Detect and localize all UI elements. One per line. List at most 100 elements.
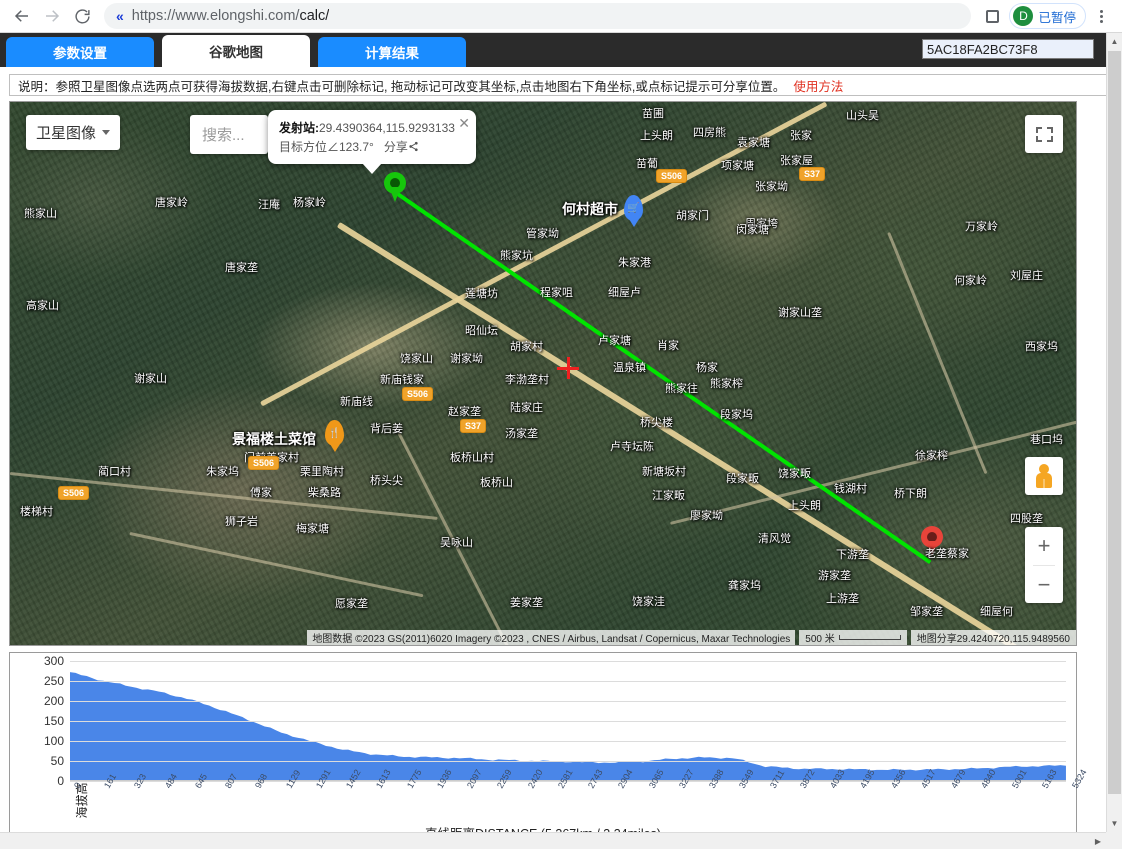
scroll-down-arrow[interactable]: ▼ (1107, 815, 1122, 832)
side-panel-icon[interactable] (979, 3, 1005, 29)
poi-pin-restaurant[interactable]: 🍴 (325, 420, 344, 446)
usage-help-link[interactable]: 使用方法 (793, 76, 843, 95)
map-place-label: 清风觉 (758, 530, 791, 546)
zoom-in-button[interactable]: + (1025, 527, 1063, 565)
satellite-map-canvas[interactable]: 🛒 🍴 卫星图像 搜索... ✕ 发射站:29.4390364,115.9293… (10, 102, 1076, 645)
scale-label: 500 米 (805, 630, 834, 645)
fullscreen-button[interactable] (1025, 115, 1063, 153)
map-place-label: 栗里陶村 (300, 463, 344, 479)
map-place-label: 上头朗 (640, 127, 673, 143)
map-place-label: 张家坳 (755, 178, 788, 194)
map-place-label: 袁家塘 (737, 134, 770, 150)
map-attribution-bar: 地图数据 ©2023 GS(2011)6020 Imagery ©2023 , … (10, 630, 1076, 645)
map-share-coords[interactable]: 地图分享29.4240720,115.9489560 (911, 630, 1076, 645)
chart-y-tick-label: 50 (51, 754, 64, 768)
chart-gridline (70, 721, 1066, 722)
back-button[interactable] (8, 2, 36, 30)
forward-button[interactable] (38, 2, 66, 30)
tab-parameter-settings[interactable]: 参数设置 (6, 37, 154, 67)
map-place-label: 张家屋 (780, 152, 813, 168)
start-marker[interactable] (384, 172, 406, 202)
double-chevron-left-icon: « (116, 9, 124, 23)
arrow-right-icon (43, 7, 61, 25)
road-shield: S506 (402, 387, 433, 401)
scroll-up-arrow[interactable]: ▲ (1107, 33, 1122, 50)
map-place-label: 汪庵 (258, 196, 280, 212)
map-place-label: 龚家坞 (728, 577, 761, 593)
profile-button[interactable]: D 已暂停 (1009, 3, 1086, 29)
road-shield: S37 (799, 167, 825, 181)
chart-plot-area[interactable]: 0501001502002503000161323484645807968112… (70, 661, 1066, 781)
map-place-label: 肖家 (657, 337, 679, 353)
map-place-label: 饶家畈 (778, 465, 811, 481)
horizontal-scroll-thumb[interactable] (1, 834, 1086, 848)
chevron-down-icon (102, 130, 110, 135)
crosshair-marker[interactable] (557, 357, 579, 379)
map-place-label: 温泉镇 (613, 359, 646, 375)
address-bar[interactable]: « https://www.elongshi.com/calc/ (104, 3, 971, 29)
browser-toolbar: « https://www.elongshi.com/calc/ D 已暂停 (0, 0, 1122, 33)
chart-inner: 海拔高度ELEVATION (m) 0501001502002503000161… (10, 653, 1076, 848)
map-place-label: 梅家塘 (296, 520, 329, 536)
instruction-text: 说明：参照卫星图像点选两点可获得海拔数据,右键点击可删除标记, 拖动标记可改变其… (18, 76, 785, 95)
tab-calculation-results[interactable]: 计算结果 (318, 37, 466, 67)
map-place-label: 昭仙坛 (465, 322, 498, 338)
instruction-bar: 说明：参照卫星图像点选两点可获得海拔数据,右键点击可删除标记, 拖动标记可改变其… (9, 74, 1113, 96)
tab-google-map[interactable]: 谷歌地图 (162, 35, 310, 67)
share-button[interactable]: 分享 (384, 140, 408, 154)
map-place-label: 西家坞 (1025, 338, 1058, 354)
map-place-label: 何村超市 (562, 199, 618, 219)
map-place-label: 唐家岭 (155, 194, 188, 210)
map-place-label: 细屋何 (980, 603, 1013, 619)
info-window[interactable]: ✕ 发射站:29.4390364,115.9293133 目标方位∠123.7°… (268, 110, 476, 164)
vertical-scrollbar[interactable]: ▲ ▼ (1106, 33, 1122, 832)
map-place-label: 游家垄 (818, 567, 851, 583)
map-place-label: 新庙钱家 (380, 371, 424, 387)
reload-icon (74, 8, 91, 25)
chart-x-tick-label: 0 (72, 781, 83, 790)
map-place-label: 板桥山 (480, 474, 513, 490)
map-type-button[interactable]: 卫星图像 (26, 115, 120, 150)
chart-gridline (70, 701, 1066, 702)
map-place-label: 钱湖村 (834, 480, 867, 496)
reload-button[interactable] (68, 2, 96, 30)
token-input[interactable]: 5AC18FA2BC73F8 (922, 39, 1094, 59)
chart-gridline (70, 661, 1066, 662)
map-place-label: 邹家垄 (910, 603, 943, 619)
map-place-label: 四房熊 (693, 124, 726, 140)
horizontal-scrollbar[interactable]: ▶ (0, 832, 1106, 849)
road-shield: S37 (460, 419, 486, 433)
info-window-title: 发射站: (279, 121, 319, 135)
map-place-label: 汤家垄 (505, 425, 538, 441)
zoom-out-button[interactable]: − (1025, 566, 1063, 604)
map-place-label: 胡家门 (676, 207, 709, 223)
zoom-controls[interactable]: + − (1025, 527, 1063, 603)
kebab-menu-icon[interactable] (1088, 3, 1114, 29)
street-view-pegman-button[interactable] (1025, 457, 1063, 495)
map-place-label: 愿家垄 (335, 595, 368, 611)
map-place-label: 赵家垄 (448, 403, 481, 419)
map-place-label: 背后姜 (370, 420, 403, 436)
scale-bar (839, 635, 901, 640)
map-place-label: 板桥山村 (450, 449, 494, 465)
map-scale: 500 米 (799, 630, 906, 645)
map-search-input[interactable]: 搜索... (190, 115, 268, 154)
map-place-label: 张家 (790, 127, 812, 143)
map-place-label: 胡家村 (510, 338, 543, 354)
map-place-label: 杨家 (696, 359, 718, 375)
page-content: 参数设置 谷歌地图 计算结果 5AC18FA2BC73F8 说明：参照卫星图像点… (0, 33, 1122, 849)
chart-y-tick-label: 250 (44, 674, 64, 688)
url-text: https://www.elongshi.com/calc/ (132, 8, 329, 24)
map-place-label: 卢家塘 (598, 332, 631, 348)
map-place-label: 桥头尖 (370, 472, 403, 488)
tab-bar: 参数设置 谷歌地图 计算结果 5AC18FA2BC73F8 (0, 33, 1122, 67)
map-container[interactable]: 🛒 🍴 卫星图像 搜索... ✕ 发射站:29.4390364,115.9293… (9, 101, 1077, 646)
vertical-scroll-thumb[interactable] (1108, 51, 1121, 794)
poi-pin-supermarket[interactable]: 🛒 (624, 195, 643, 221)
chart-gridline (70, 681, 1066, 682)
close-icon[interactable]: ✕ (458, 113, 470, 135)
map-place-label: 程家咀 (540, 284, 573, 300)
share-icon[interactable] (408, 141, 419, 152)
map-place-label: 柴桑路 (308, 484, 341, 500)
scroll-right-arrow[interactable]: ▶ (1090, 833, 1106, 849)
